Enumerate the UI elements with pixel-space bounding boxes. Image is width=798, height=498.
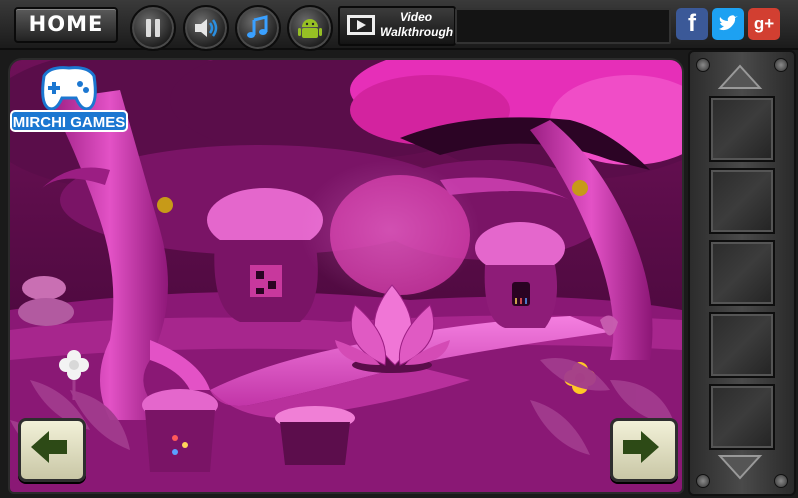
twitter-icon [719, 15, 738, 31]
inventory-up-button[interactable] [710, 62, 770, 92]
inventory-slot-1[interactable] [709, 96, 775, 162]
inventory-slot-4[interactable] [709, 312, 775, 378]
video-label-line2: Walkthrough [380, 25, 454, 39]
inventory-down-button[interactable] [710, 452, 770, 482]
music-note-icon [247, 15, 268, 38]
arrow-right-icon [623, 431, 659, 463]
logo-text: MIRCHI GAMES [10, 110, 128, 132]
mirchi-games-logo: MIRCHI GAMES [10, 62, 128, 134]
nav-left-button[interactable] [18, 418, 86, 482]
screw [774, 474, 788, 488]
screw [696, 474, 710, 488]
film-play-icon [347, 15, 375, 35]
gamepad-icon [41, 66, 97, 111]
arrow-left-icon [31, 431, 67, 463]
pause-icon [146, 19, 160, 37]
inventory-slot-2[interactable] [709, 168, 775, 234]
google-plus-icon: g+ [753, 14, 775, 33]
music-button[interactable] [235, 5, 281, 51]
sound-button[interactable] [183, 5, 229, 51]
house-window-puzzle[interactable] [250, 265, 282, 297]
stump-left[interactable] [142, 389, 218, 472]
hidden-item-right-tree[interactable] [572, 180, 588, 196]
screw [696, 58, 710, 72]
facebook-button[interactable]: f [676, 8, 708, 40]
google-plus-button[interactable]: g+ [748, 8, 780, 40]
inventory-panel [688, 50, 796, 496]
screw [774, 58, 788, 72]
speaker-icon [195, 19, 218, 37]
inventory-slot-3[interactable] [709, 240, 775, 306]
stump-center[interactable] [275, 406, 355, 465]
inventory-slot-5[interactable] [709, 384, 775, 450]
home-button[interactable]: HOME [14, 7, 118, 43]
hidden-item-left-tree[interactable] [157, 197, 173, 213]
message-bar [455, 8, 671, 44]
twitter-button[interactable] [712, 8, 744, 40]
android-button[interactable] [287, 5, 333, 51]
video-walkthrough-label: Video Walkthrough [380, 10, 454, 40]
nav-right-button[interactable] [610, 418, 678, 482]
android-icon [298, 19, 322, 38]
video-walkthrough-button[interactable]: Video Walkthrough [338, 6, 456, 46]
facebook-icon: f [688, 10, 696, 37]
top-toolbar: HOME Video Walkthrough f g+ [0, 0, 798, 51]
video-label-line1: Video [399, 10, 433, 24]
pause-button[interactable] [130, 5, 176, 51]
